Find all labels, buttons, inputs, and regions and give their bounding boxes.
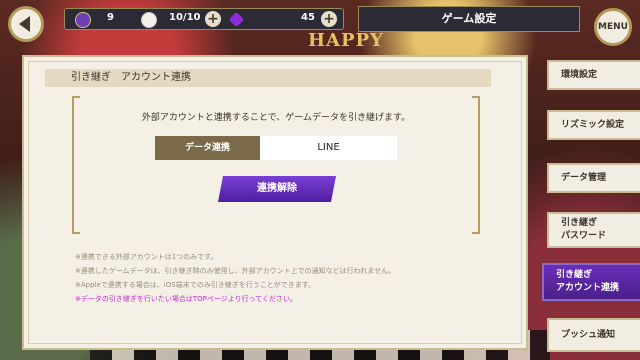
resource-bar: 9 10/10 + 45 + bbox=[64, 8, 344, 30]
flower-icon bbox=[141, 12, 157, 28]
unlink-button[interactable]: 連携解除 bbox=[218, 176, 336, 202]
side-item-rhythmic[interactable]: リズミック設定 bbox=[547, 110, 640, 140]
note-item: ※Appleで連携する場合は、iOS端末でのみ引き継ぎを行うことができます。 bbox=[75, 281, 315, 289]
stat3-value: 45 bbox=[301, 12, 315, 23]
right-bracket bbox=[472, 96, 480, 234]
left-bracket bbox=[72, 96, 80, 234]
link-description: 外部アカウントと連携することで、ゲームデータを引き継げます。 bbox=[141, 113, 411, 123]
stat1-value: 9 bbox=[107, 12, 114, 23]
menu-button[interactable]: MENU bbox=[594, 8, 632, 46]
link-status-row: データ連携 LINE bbox=[155, 136, 397, 160]
side-item-label: データ管理 bbox=[561, 172, 607, 183]
notes-list: ※連携できる外部アカウントは1つのみです。 ※連携したゲームデータは、引き継ぎ時… bbox=[75, 250, 495, 306]
side-item-environment[interactable]: 環境設定 bbox=[547, 60, 640, 90]
stat2-value: 10/10 bbox=[169, 12, 201, 23]
side-item-data-management[interactable]: データ管理 bbox=[547, 163, 640, 193]
side-item-label: 環境設定 bbox=[561, 69, 598, 80]
side-item-label: プッシュ通知 bbox=[561, 329, 616, 340]
chevron-left-icon bbox=[19, 16, 30, 32]
section-title: 引き継ぎ アカウント連携 bbox=[45, 69, 491, 87]
side-item-push-notification[interactable]: プッシュ通知 bbox=[547, 318, 640, 352]
note-item-highlight: ※データの引き継ぎを行いたい場合はTOPページより行ってください。 bbox=[75, 295, 298, 303]
side-item-label-line1: 引き継ぎ bbox=[556, 270, 593, 280]
gem-icon bbox=[228, 11, 245, 28]
side-item-label: リズミック設定 bbox=[561, 119, 625, 130]
star-coin-icon bbox=[75, 12, 91, 28]
note-item: ※連携したゲームデータは、引き継ぎ時のみ使用し、外部アカウント上での通知などは行… bbox=[75, 267, 396, 275]
side-item-account-link[interactable]: 引き継ぎ アカウント連携 bbox=[542, 263, 640, 301]
link-label: データ連携 bbox=[155, 136, 260, 160]
back-button[interactable] bbox=[8, 6, 44, 42]
linked-service: LINE bbox=[260, 136, 397, 160]
side-item-label-line2: パスワード bbox=[561, 231, 607, 241]
add-stat2-button[interactable]: + bbox=[205, 11, 221, 27]
side-item-transfer-password[interactable]: 引き継ぎ パスワード bbox=[547, 212, 640, 248]
background-banner: HAPPY bbox=[308, 30, 384, 51]
side-item-label-line2: アカウント連携 bbox=[556, 283, 620, 293]
side-item-label-line1: 引き継ぎ bbox=[561, 218, 598, 228]
note-item: ※連携できる外部アカウントは1つのみです。 bbox=[75, 253, 218, 261]
screen-title: ゲーム設定 bbox=[358, 6, 580, 32]
add-stat3-button[interactable]: + bbox=[321, 11, 337, 27]
